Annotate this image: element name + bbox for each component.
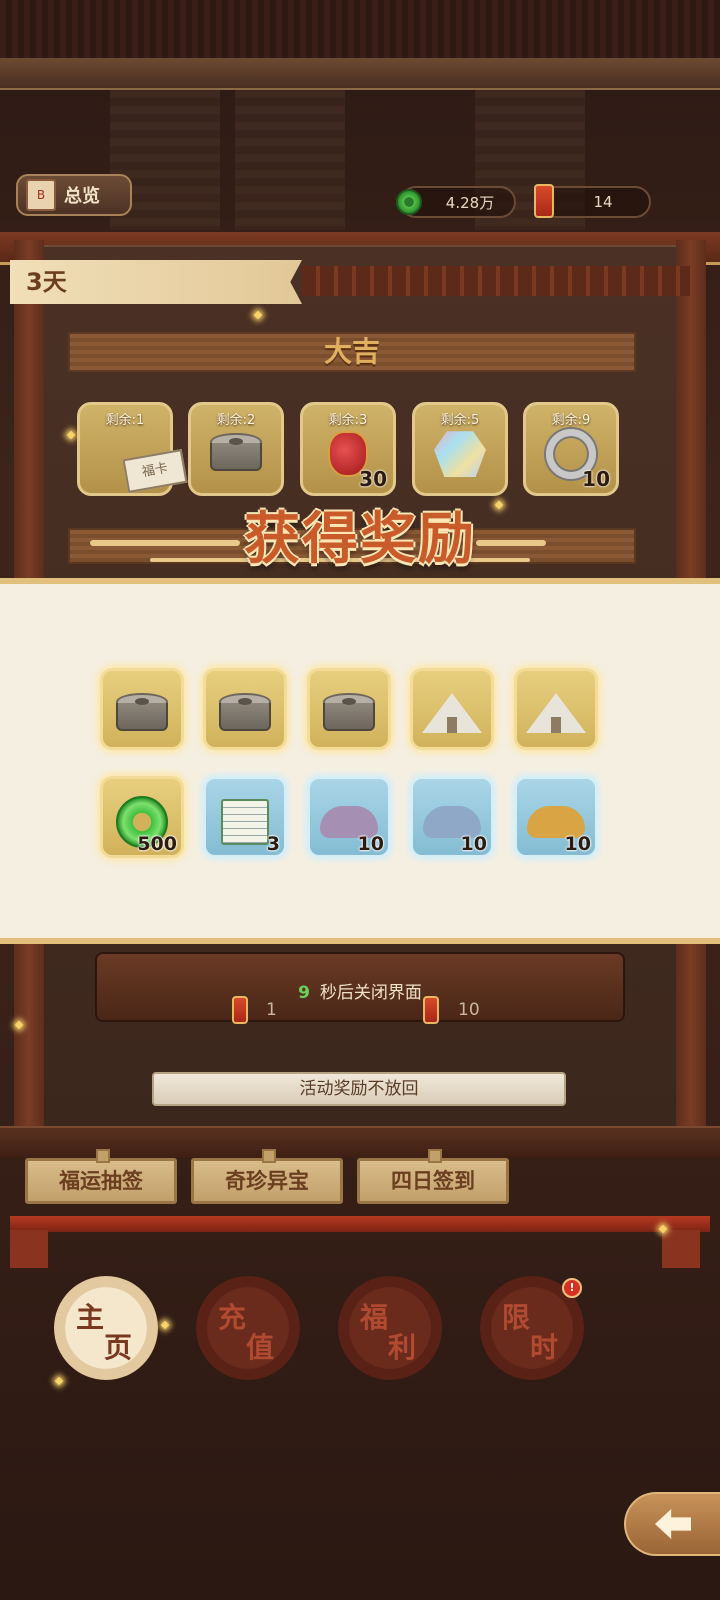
stone-mill-icon [210,433,262,475]
ticket-count: 14 [593,193,613,211]
prize-slot[interactable]: 剩余:3 30 [300,402,396,496]
jade-coin-icon [396,189,422,215]
prize-slot[interactable]: 剩余:5 [412,402,508,496]
calligraphy-scroll [235,90,345,230]
nav-home[interactable]: 主 页 [54,1276,158,1380]
prize-qty: 30 [359,467,387,491]
nav-limited-char2: 时 [530,1331,559,1364]
close-countdown[interactable]: 9 秒后关闭界面 [0,978,720,1003]
prize-remaining: 剩余:5 [440,413,480,428]
prize-remaining: 剩余:9 [551,413,591,428]
nav-recharge[interactable]: 充 值 [196,1276,300,1380]
nav-home-char2: 页 [104,1331,133,1364]
notification-badge: ! [562,1278,582,1298]
return-button[interactable] [624,1492,720,1556]
nav-welfare-char2: 利 [388,1331,417,1364]
tent-icon [422,692,482,735]
altar-count-left: 1 [266,1000,277,1020]
tab-four-day-signin[interactable]: 四日签到 [357,1149,509,1204]
prize-qty: 10 [582,467,610,491]
reward-qty: 10 [357,833,384,855]
nav-recharge-char1: 充 [218,1301,247,1334]
red-beam [10,1216,710,1232]
tent-icon [526,692,586,735]
reward-qty: 3 [266,833,280,855]
close-countdown-text: 秒后关闭界面 [319,983,422,1003]
overview-book-icon: B [26,179,56,211]
stone-mill-icon [116,692,168,735]
reward-item[interactable] [100,668,184,750]
tab-rare-treasures[interactable]: 奇珍异宝 [191,1149,343,1204]
sparkle [160,1320,170,1330]
reward-item[interactable]: 10 [514,776,598,858]
reward-item[interactable]: 10 [307,776,391,858]
prize-slot[interactable]: 剩余:2 [188,402,284,496]
reward-item[interactable] [307,668,391,750]
reward-item[interactable]: 3 [203,776,287,858]
reward-item[interactable] [203,668,287,750]
altar-count-right: 10 [458,1000,480,1020]
reward-item[interactable] [514,668,598,750]
lantern-icon [423,996,439,1024]
reward-qty: 10 [564,833,591,855]
prize-slot[interactable]: 剩余:9 10 [523,402,619,496]
prize-remaining: 剩余:1 [105,413,145,428]
prize-remaining: 剩余:2 [216,413,256,428]
sparkle [54,1376,64,1386]
reward-item[interactable] [410,668,494,750]
tier-title: 大吉 [323,335,380,368]
back-arrow-icon [655,1509,691,1539]
stone-mill-icon [323,692,375,735]
prize-slot[interactable]: 剩余:1 福卡 [77,402,188,496]
notice-bar: 活动奖励不放回 [152,1072,566,1106]
book-scroll-icon [221,798,269,845]
reward-qty: 500 [137,833,177,855]
nav-welfare[interactable]: 福 利 [338,1276,442,1380]
day-tab: 3天 [10,260,302,304]
reward-title: 获得奖励 [244,507,476,572]
reward-item[interactable]: 10 [410,776,494,858]
day-tab-strip [302,266,690,296]
table-leg [10,1230,48,1268]
currency-amount: 4.28万 [445,193,495,212]
reward-qty: 10 [460,833,487,855]
gem-icon [434,431,486,478]
nav-welfare-char1: 福 [360,1301,389,1334]
tab-fortune-draw[interactable]: 福运抽签 [25,1149,177,1204]
table-leg [662,1230,700,1268]
prize-remaining: 剩余:3 [328,413,368,428]
nav-home-char1: 主 [76,1301,105,1334]
lantern-icon [232,996,248,1024]
stage-curtain [0,0,720,60]
overview-label: 总览 [64,186,100,207]
nav-recharge-char2: 值 [246,1331,275,1364]
reward-panel: 500 3 10 10 10 [0,578,720,944]
lantern-icon [534,184,554,218]
top-beam [0,58,720,90]
reward-item[interactable]: 500 [100,776,184,858]
overview-button[interactable]: B 总览 [16,174,132,216]
stone-mill-icon [219,692,271,735]
nav-limited-char1: 限 [502,1301,531,1334]
countdown-number: 9 [298,983,310,1003]
